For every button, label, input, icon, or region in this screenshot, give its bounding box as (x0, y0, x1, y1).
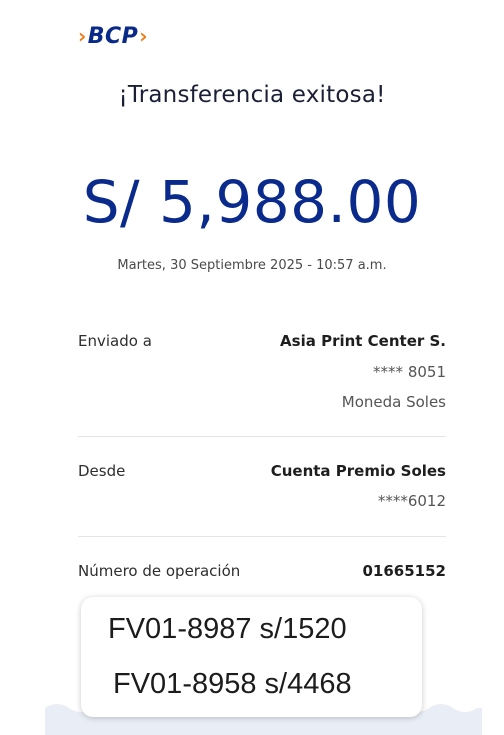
recipient-currency: Moneda Soles (341, 393, 446, 411)
invoice-note-line: FV01-8987 s/1520 (108, 613, 347, 645)
source-account-name: Cuenta Premio Soles (270, 462, 446, 480)
invoice-note-card: FV01-8987 s/1520 FV01-8958 s/4468 (81, 597, 422, 717)
divider (78, 536, 446, 537)
operation-number: 01665152 (362, 562, 447, 580)
divider (78, 436, 446, 437)
sent-to-label: Enviado a (78, 332, 152, 350)
recipient-name: Asia Print Center S. (280, 332, 446, 350)
source-account-number: ****6012 (377, 492, 446, 510)
recipient-account: **** 8051 (373, 363, 446, 381)
brand-name: BCP (87, 23, 139, 49)
chevron-right-icon: › (78, 24, 87, 48)
bcp-logo: › BCP › (78, 23, 148, 49)
page-title: ¡Transferencia exitosa! (118, 82, 386, 108)
transfer-datetime: Martes, 30 Septiembre 2025 - 10:57 a.m. (117, 258, 387, 273)
chevron-right-icon: › (139, 24, 149, 48)
operation-label: Número de operación (78, 562, 241, 580)
invoice-note-line: FV01-8958 s/4468 (113, 668, 352, 700)
from-label: Desde (78, 462, 126, 480)
transfer-receipt: › BCP › ¡Transferencia exitosa! S/ 5,988… (0, 0, 504, 735)
transfer-amount: S/ 5,988.00 (82, 168, 422, 236)
